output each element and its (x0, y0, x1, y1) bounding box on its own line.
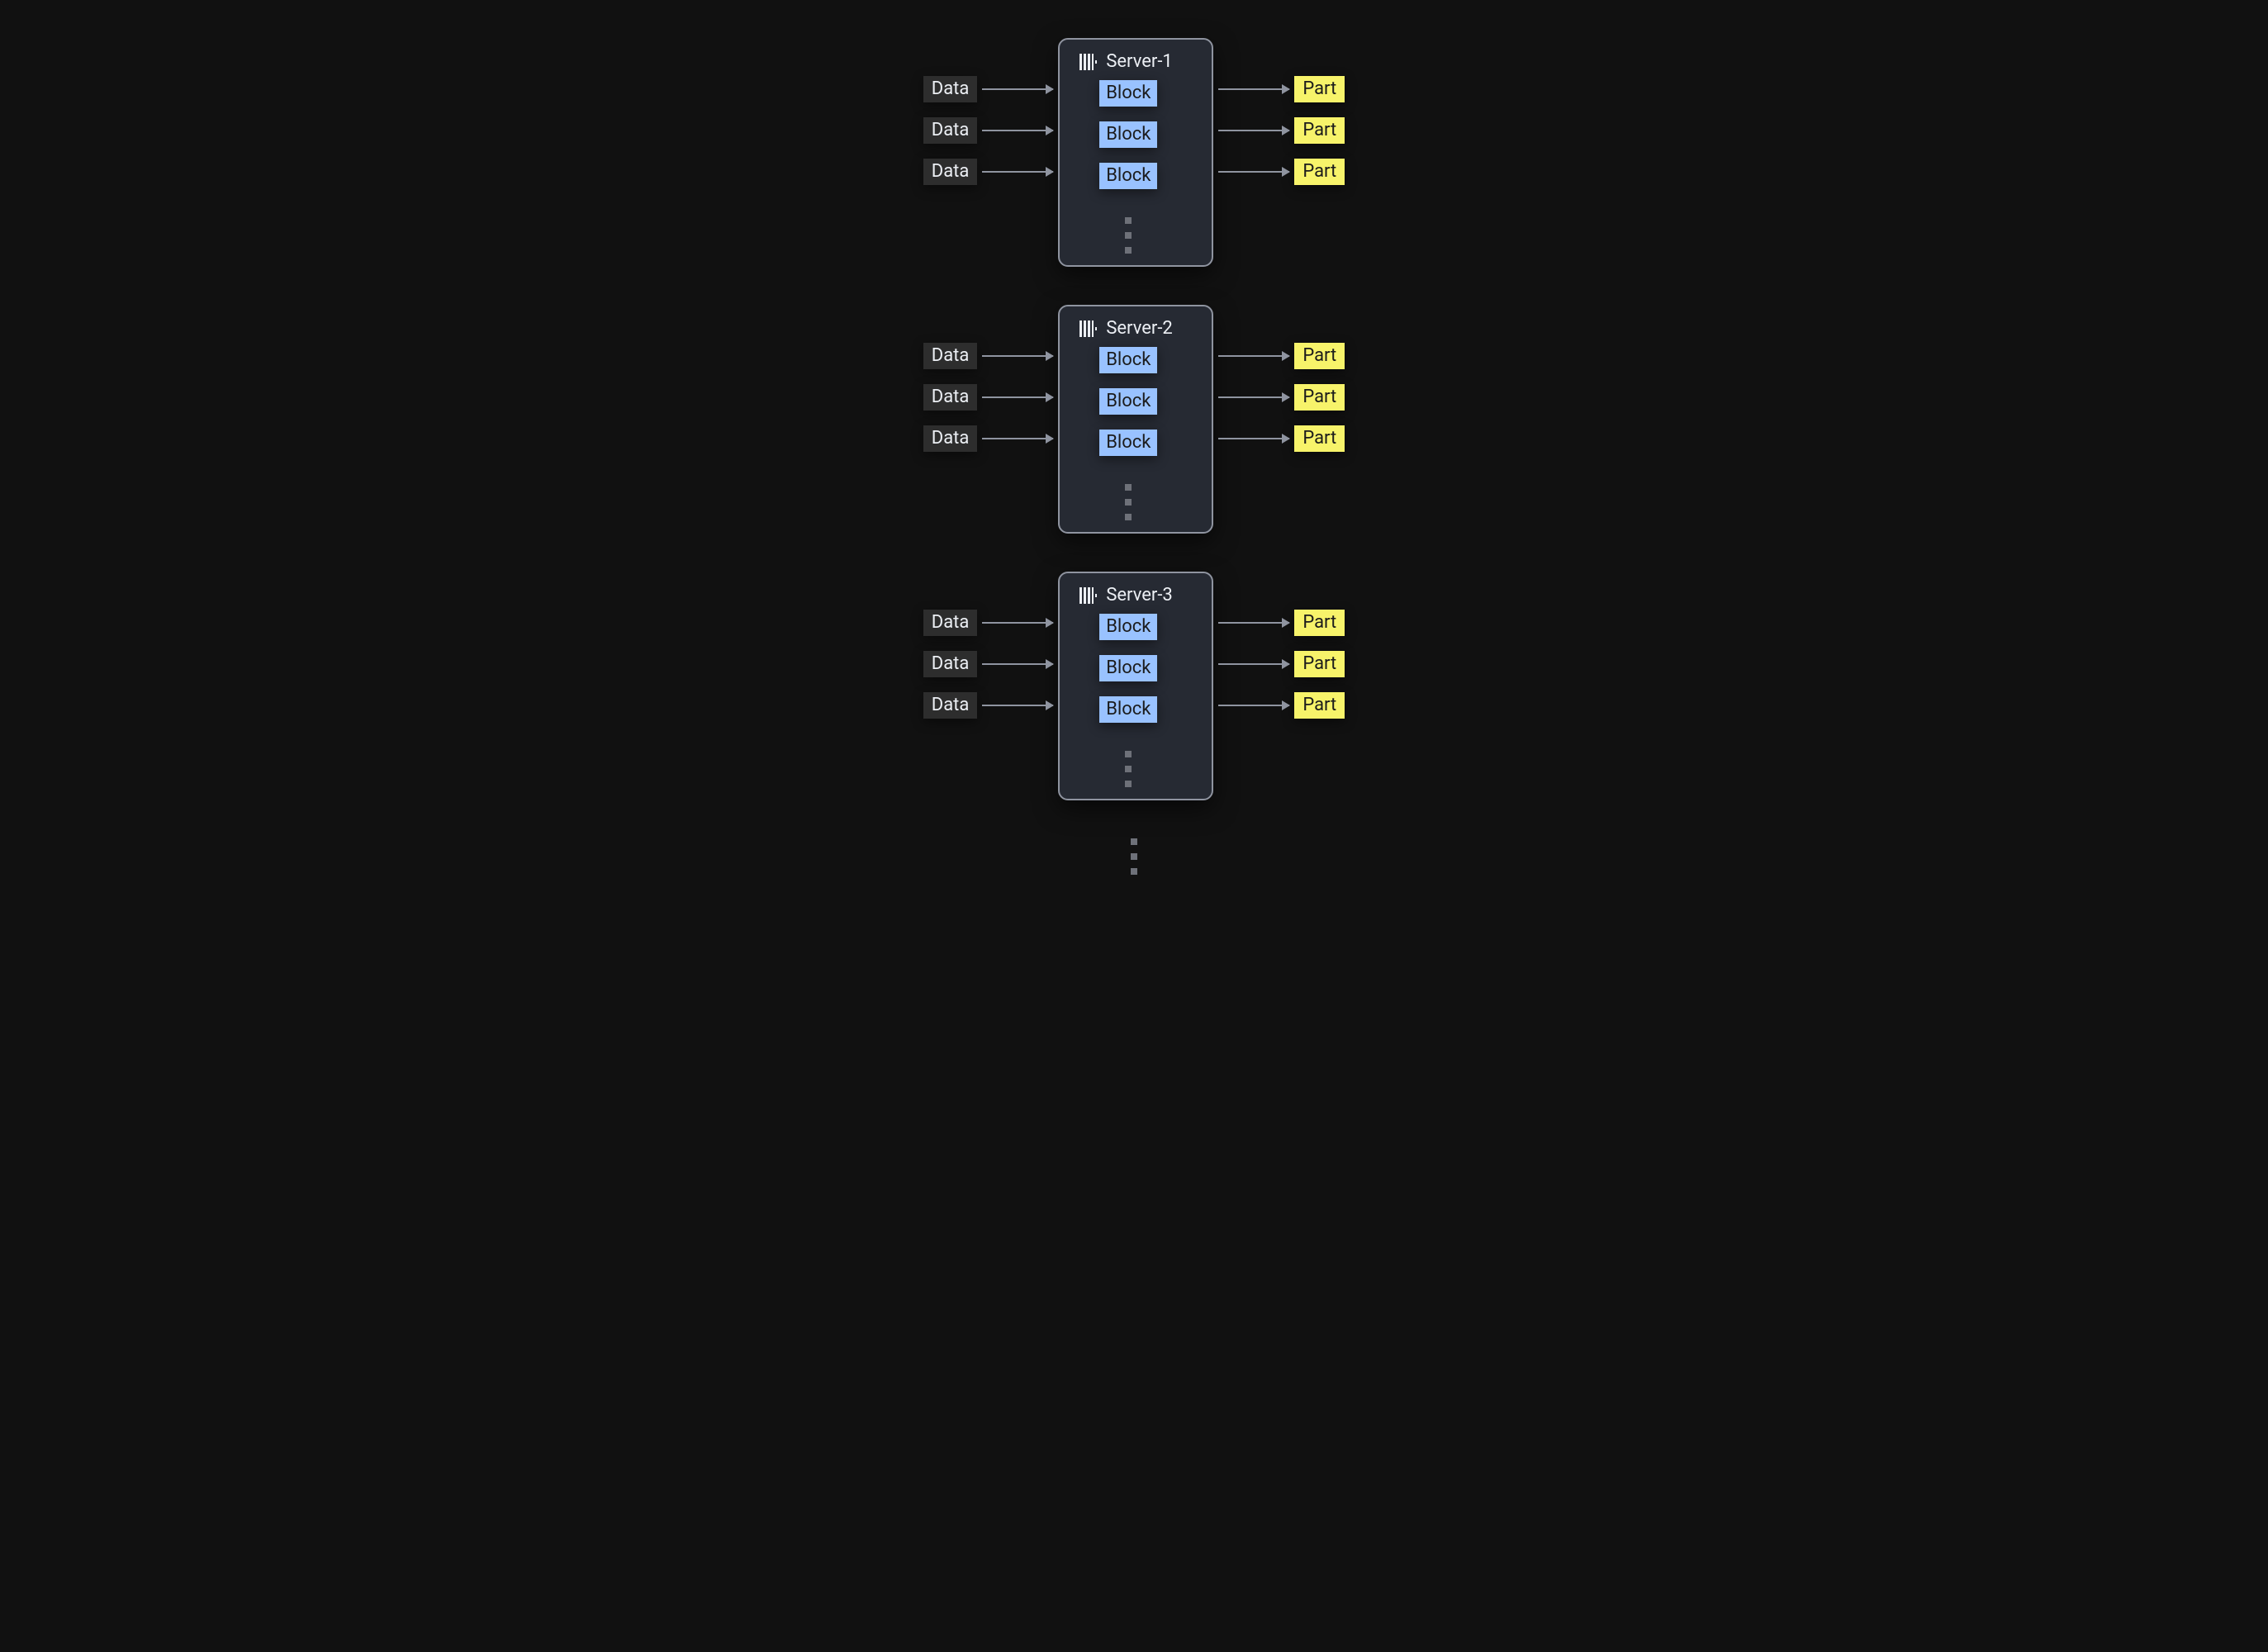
part-box: Part (1294, 159, 1345, 185)
arrow-icon (1218, 171, 1289, 173)
part-box: Part (1294, 343, 1345, 369)
arrow-icon (982, 355, 1053, 357)
block-box: Block (1099, 696, 1157, 723)
data-box: Data (923, 343, 978, 369)
block-box: Block (1099, 388, 1157, 415)
server-title: Server-2 (1106, 318, 1172, 339)
arrow-icon (1218, 396, 1289, 398)
data-box: Data (923, 76, 978, 102)
data-box: Data (923, 384, 978, 411)
part-box: Part (1294, 384, 1345, 411)
block-box: Block (1099, 614, 1157, 640)
server-bars-icon (1079, 54, 1098, 70)
arrow-icon (982, 663, 1053, 665)
part-box: Part (1294, 610, 1345, 636)
server-cluster: Data Data Data Server-2 Block Block Blo (923, 305, 1345, 534)
block-box: Block (1099, 655, 1157, 681)
arrow-icon (1218, 438, 1289, 439)
part-box: Part (1294, 425, 1345, 452)
server-cluster: Data Data Data Server-3 Block Block Blo (923, 572, 1345, 800)
part-box: Part (1294, 117, 1345, 144)
arrow-icon (1218, 130, 1289, 131)
diagram-canvas: Data Data Data Server-1 Block Block Blo (0, 0, 2268, 908)
arrow-icon (1218, 705, 1289, 706)
server-title: Server-1 (1106, 51, 1172, 72)
arrow-icon (982, 88, 1053, 90)
data-box: Data (923, 692, 978, 719)
arrow-icon (1218, 663, 1289, 665)
server-bars-icon (1079, 320, 1098, 337)
arrow-icon (982, 130, 1053, 131)
arrow-icon (982, 438, 1053, 439)
block-box: Block (1099, 163, 1157, 189)
part-box: Part (1294, 76, 1345, 102)
block-box: Block (1099, 347, 1157, 373)
part-box: Part (1294, 651, 1345, 677)
arrow-icon (1218, 622, 1289, 624)
data-box: Data (923, 610, 978, 636)
data-box: Data (923, 117, 978, 144)
arrow-icon (982, 705, 1053, 706)
arrow-icon (982, 622, 1053, 624)
vertical-ellipsis-icon (1125, 751, 1132, 787)
server-bars-icon (1079, 587, 1098, 604)
server-title: Server-3 (1106, 585, 1172, 605)
vertical-ellipsis-icon (1125, 217, 1132, 254)
vertical-ellipsis-icon (1131, 838, 1137, 875)
data-box: Data (923, 159, 978, 185)
arrow-icon (1218, 88, 1289, 90)
server-card: Server-2 Block Block Block (1058, 305, 1213, 534)
server-card: Server-1 Block Block Block (1058, 38, 1213, 267)
server-card: Server-3 Block Block Block (1058, 572, 1213, 800)
data-box: Data (923, 425, 978, 452)
block-box: Block (1099, 80, 1157, 107)
data-box: Data (923, 651, 978, 677)
block-box: Block (1099, 121, 1157, 148)
arrow-icon (982, 171, 1053, 173)
block-box: Block (1099, 430, 1157, 456)
part-box: Part (1294, 692, 1345, 719)
arrow-icon (982, 396, 1053, 398)
arrow-icon (1218, 355, 1289, 357)
server-cluster: Data Data Data Server-1 Block Block Blo (923, 38, 1345, 267)
vertical-ellipsis-icon (1125, 484, 1132, 520)
